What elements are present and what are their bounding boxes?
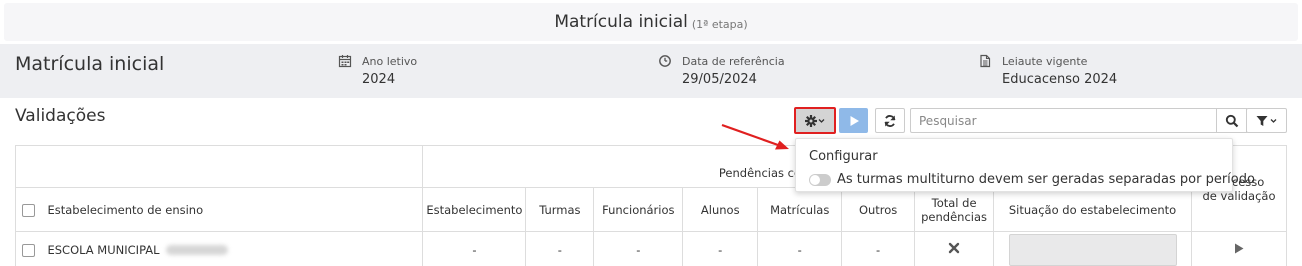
select-all-checkbox[interactable] <box>22 203 36 217</box>
page-subtitle: (1ª etapa) <box>691 17 748 31</box>
col-turmas[interactable]: Turmas <box>525 187 595 232</box>
run-validation-button[interactable] <box>839 108 868 133</box>
search-icon <box>1225 114 1238 127</box>
table-row[interactable]: ESCOLA MUNICIPAL - - - - - - <box>15 231 1287 266</box>
cell-process <box>1191 231 1287 266</box>
configure-dropdown: Configurar As turmas multiturno devem se… <box>795 138 1255 192</box>
school-cell: ESCOLA MUNICIPAL <box>41 231 424 266</box>
status-box <box>1008 233 1177 266</box>
clock-icon <box>659 55 671 67</box>
validations-title: Validações <box>15 106 106 126</box>
col-estabelecimento[interactable]: Estabelecimento <box>422 187 527 232</box>
ano-letivo-value: 2024 <box>362 72 396 87</box>
data-referencia-value: 29/05/2024 <box>682 72 757 87</box>
filter-icon <box>1256 115 1276 126</box>
empty-group-header <box>14 145 424 188</box>
page-header: Matrícula inicial (1ª etapa) <box>4 3 1298 41</box>
search-input[interactable] <box>910 108 1217 133</box>
dropdown-title: Configurar <box>809 149 878 164</box>
configure-button[interactable] <box>794 107 836 134</box>
cell-funcionarios: - <box>593 231 684 266</box>
x-icon <box>948 242 960 254</box>
document-icon <box>980 54 991 68</box>
toggle-knob <box>810 175 820 185</box>
school-name-redacted <box>165 245 228 255</box>
gear-icon <box>805 114 825 127</box>
col-estabelecimento-ensino[interactable]: Estabelecimento de ensino <box>41 187 424 232</box>
multiturno-option-label[interactable]: As turmas multiturno devem ser geradas s… <box>837 172 1255 187</box>
leiaute-label: Leiaute vigente <box>1002 55 1088 68</box>
chevron-down-icon <box>818 118 825 123</box>
cell-alunos: - <box>682 231 759 266</box>
col-total-pendencias[interactable]: Total de pendências <box>914 187 995 232</box>
ano-letivo-label: Ano letivo <box>362 55 418 68</box>
info-bar: Matrícula inicial Ano letivo 2024 Data d… <box>0 44 1302 98</box>
cell-matriculas: - <box>757 231 843 266</box>
info-title: Matrícula inicial <box>15 53 165 75</box>
cell-situacao <box>993 231 1192 266</box>
col-alunos[interactable]: Alunos <box>682 187 759 232</box>
data-referencia-label: Data de referência <box>682 55 785 68</box>
school-name: ESCOLA MUNICIPAL <box>47 242 160 257</box>
multiturno-toggle[interactable] <box>809 174 831 186</box>
col-funcionarios[interactable]: Funcionários <box>593 187 684 232</box>
cell-estabelecimento: - <box>422 231 527 266</box>
calendar-icon <box>338 55 352 68</box>
col-outros[interactable]: Outros <box>841 187 916 232</box>
refresh-button[interactable] <box>875 108 905 133</box>
cell-turmas: - <box>525 231 595 266</box>
page-title: Matrícula inicial <box>554 12 688 32</box>
leiaute-value: Educacenso 2024 <box>1002 72 1118 87</box>
refresh-icon <box>884 114 896 127</box>
row-checkbox[interactable] <box>22 243 36 257</box>
play-icon[interactable] <box>1234 243 1244 254</box>
select-all-cell <box>15 187 42 232</box>
cell-outros: - <box>841 231 916 266</box>
col-situacao[interactable]: Situação do estabelecimento <box>993 187 1192 232</box>
chevron-down-icon <box>1270 118 1276 123</box>
col-matriculas[interactable]: Matrículas <box>757 187 843 232</box>
search-button[interactable] <box>1216 108 1247 133</box>
cell-total-pendencias <box>914 231 995 266</box>
row-select-cell <box>15 231 42 266</box>
play-icon <box>850 115 859 126</box>
filter-button[interactable] <box>1246 108 1287 133</box>
